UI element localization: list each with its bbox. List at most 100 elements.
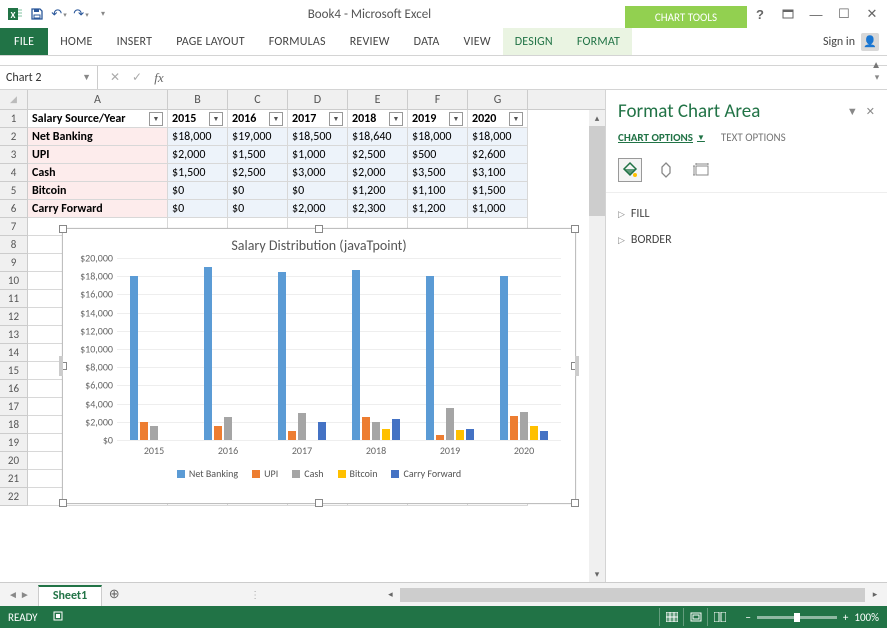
cell[interactable]: $1,500 (468, 182, 528, 200)
worksheet-grid[interactable]: ◢ A B C D E F G 1Salary Source/Year▼2015… (0, 90, 605, 582)
row-header[interactable]: 10 (0, 272, 28, 290)
row-header[interactable]: 12 (0, 308, 28, 326)
row-header[interactable]: 20 (0, 452, 28, 470)
sheet-tab-sheet1[interactable]: Sheet1 (38, 585, 102, 606)
bar[interactable] (130, 276, 138, 440)
cell[interactable]: $2,600 (468, 146, 528, 164)
row-header[interactable]: 16 (0, 380, 28, 398)
col-header-d[interactable]: D (288, 90, 348, 109)
cell[interactable]: Cash (28, 164, 168, 182)
cell[interactable]: Carry Forward (28, 200, 168, 218)
scroll-up-icon[interactable]: ▴ (589, 110, 605, 126)
row-header[interactable]: 11 (0, 290, 28, 308)
sheet-nav-prev-icon[interactable]: ◄ (8, 588, 18, 601)
cell[interactable]: $0 (168, 182, 228, 200)
col-header-c[interactable]: C (228, 90, 288, 109)
cell[interactable]: $1,000 (468, 200, 528, 218)
effects-icon[interactable] (654, 158, 678, 182)
taskpane-close-icon[interactable]: ✕ (866, 105, 875, 118)
bar[interactable] (204, 267, 212, 440)
tab-format[interactable]: FORMAT (565, 28, 632, 55)
qat-customize-icon[interactable]: ▾ (92, 3, 114, 25)
row-header[interactable]: 14 (0, 344, 28, 362)
col-header-e[interactable]: E (348, 90, 408, 109)
size-properties-icon[interactable] (690, 158, 714, 182)
taskpane-options-icon[interactable]: ▼ (847, 105, 858, 118)
filter-dropdown-icon[interactable]: ▼ (149, 112, 163, 126)
redo-icon[interactable]: ↷▾ (70, 3, 92, 25)
cell[interactable]: $1,100 (408, 182, 468, 200)
bar[interactable] (298, 413, 306, 440)
col-header-b[interactable]: B (168, 90, 228, 109)
bar[interactable] (318, 422, 326, 440)
bar[interactable] (150, 426, 158, 440)
cell[interactable]: $0 (168, 200, 228, 218)
tab-page-layout[interactable]: PAGE LAYOUT (164, 28, 257, 55)
maximize-button[interactable]: ☐ (831, 4, 857, 24)
sheet-nav-next-icon[interactable]: ► (20, 588, 30, 601)
row-header[interactable]: 6 (0, 200, 28, 218)
cell[interactable]: 2015▼ (168, 110, 228, 128)
cell[interactable]: $18,640 (348, 128, 408, 146)
row-header[interactable]: 2 (0, 128, 28, 146)
filter-dropdown-icon[interactable]: ▼ (389, 112, 403, 126)
bar[interactable] (372, 422, 380, 440)
bar[interactable] (362, 417, 370, 440)
tab-file[interactable]: FILE (0, 28, 48, 55)
section-fill[interactable]: ▷FILL (618, 201, 875, 227)
zoom-level[interactable]: 100% (854, 611, 879, 624)
filter-dropdown-icon[interactable]: ▼ (449, 112, 463, 126)
bar[interactable] (540, 431, 548, 440)
bar[interactable] (446, 408, 454, 440)
filter-dropdown-icon[interactable]: ▼ (209, 112, 223, 126)
legend-item[interactable]: UPI (252, 467, 278, 480)
legend-item[interactable]: Cash (292, 467, 323, 480)
bar[interactable] (288, 431, 296, 440)
page-break-view-icon[interactable] (707, 608, 731, 626)
macro-record-icon[interactable] (52, 609, 66, 626)
cell[interactable]: Bitcoin (28, 182, 168, 200)
insert-function-icon[interactable]: fx (148, 67, 170, 89)
cell[interactable]: $3,000 (288, 164, 348, 182)
cell[interactable]: 2019▼ (408, 110, 468, 128)
cell[interactable]: $1,500 (228, 146, 288, 164)
legend-item[interactable]: Carry Forward (391, 467, 461, 480)
section-border[interactable]: ▷BORDER (618, 227, 875, 253)
chart-object[interactable]: Salary Distribution (javaTpoint) $0$2,00… (62, 228, 576, 504)
bar[interactable] (520, 412, 528, 440)
bar[interactable] (392, 419, 400, 440)
sign-in-button[interactable]: Sign in 👤 (815, 28, 887, 55)
legend-item[interactable]: Net Banking (177, 467, 238, 480)
cell[interactable]: $3,100 (468, 164, 528, 182)
fill-line-icon[interactable] (618, 158, 642, 182)
ribbon-display-options-icon[interactable] (775, 4, 801, 24)
row-header[interactable]: 3 (0, 146, 28, 164)
bar[interactable] (352, 270, 360, 440)
filter-dropdown-icon[interactable]: ▼ (509, 112, 523, 126)
bar[interactable] (278, 272, 286, 440)
cell[interactable]: $1,500 (168, 164, 228, 182)
row-header[interactable]: 15 (0, 362, 28, 380)
row-header[interactable]: 21 (0, 470, 28, 488)
cell[interactable]: $2,300 (348, 200, 408, 218)
cell[interactable]: $1,200 (348, 182, 408, 200)
row-header[interactable]: 7 (0, 218, 28, 236)
col-header-a[interactable]: A (28, 90, 168, 109)
minimize-button[interactable]: — (803, 4, 829, 24)
row-header[interactable]: 22 (0, 488, 28, 506)
bar[interactable] (224, 417, 232, 440)
bar[interactable] (456, 430, 464, 440)
scroll-down-icon[interactable]: ▾ (589, 566, 605, 582)
row-header[interactable]: 1 (0, 110, 28, 128)
cell[interactable]: $18,000 (468, 128, 528, 146)
normal-view-icon[interactable] (659, 608, 683, 626)
save-icon[interactable] (26, 3, 48, 25)
cell[interactable]: $0 (228, 182, 288, 200)
excel-app-icon[interactable]: X (4, 3, 26, 25)
bar[interactable] (214, 426, 222, 440)
help-button[interactable]: ? (747, 4, 773, 24)
tab-home[interactable]: HOME (48, 28, 104, 55)
enter-formula-icon[interactable]: ✓ (126, 67, 148, 89)
row-header[interactable]: 4 (0, 164, 28, 182)
cell[interactable]: $0 (228, 200, 288, 218)
